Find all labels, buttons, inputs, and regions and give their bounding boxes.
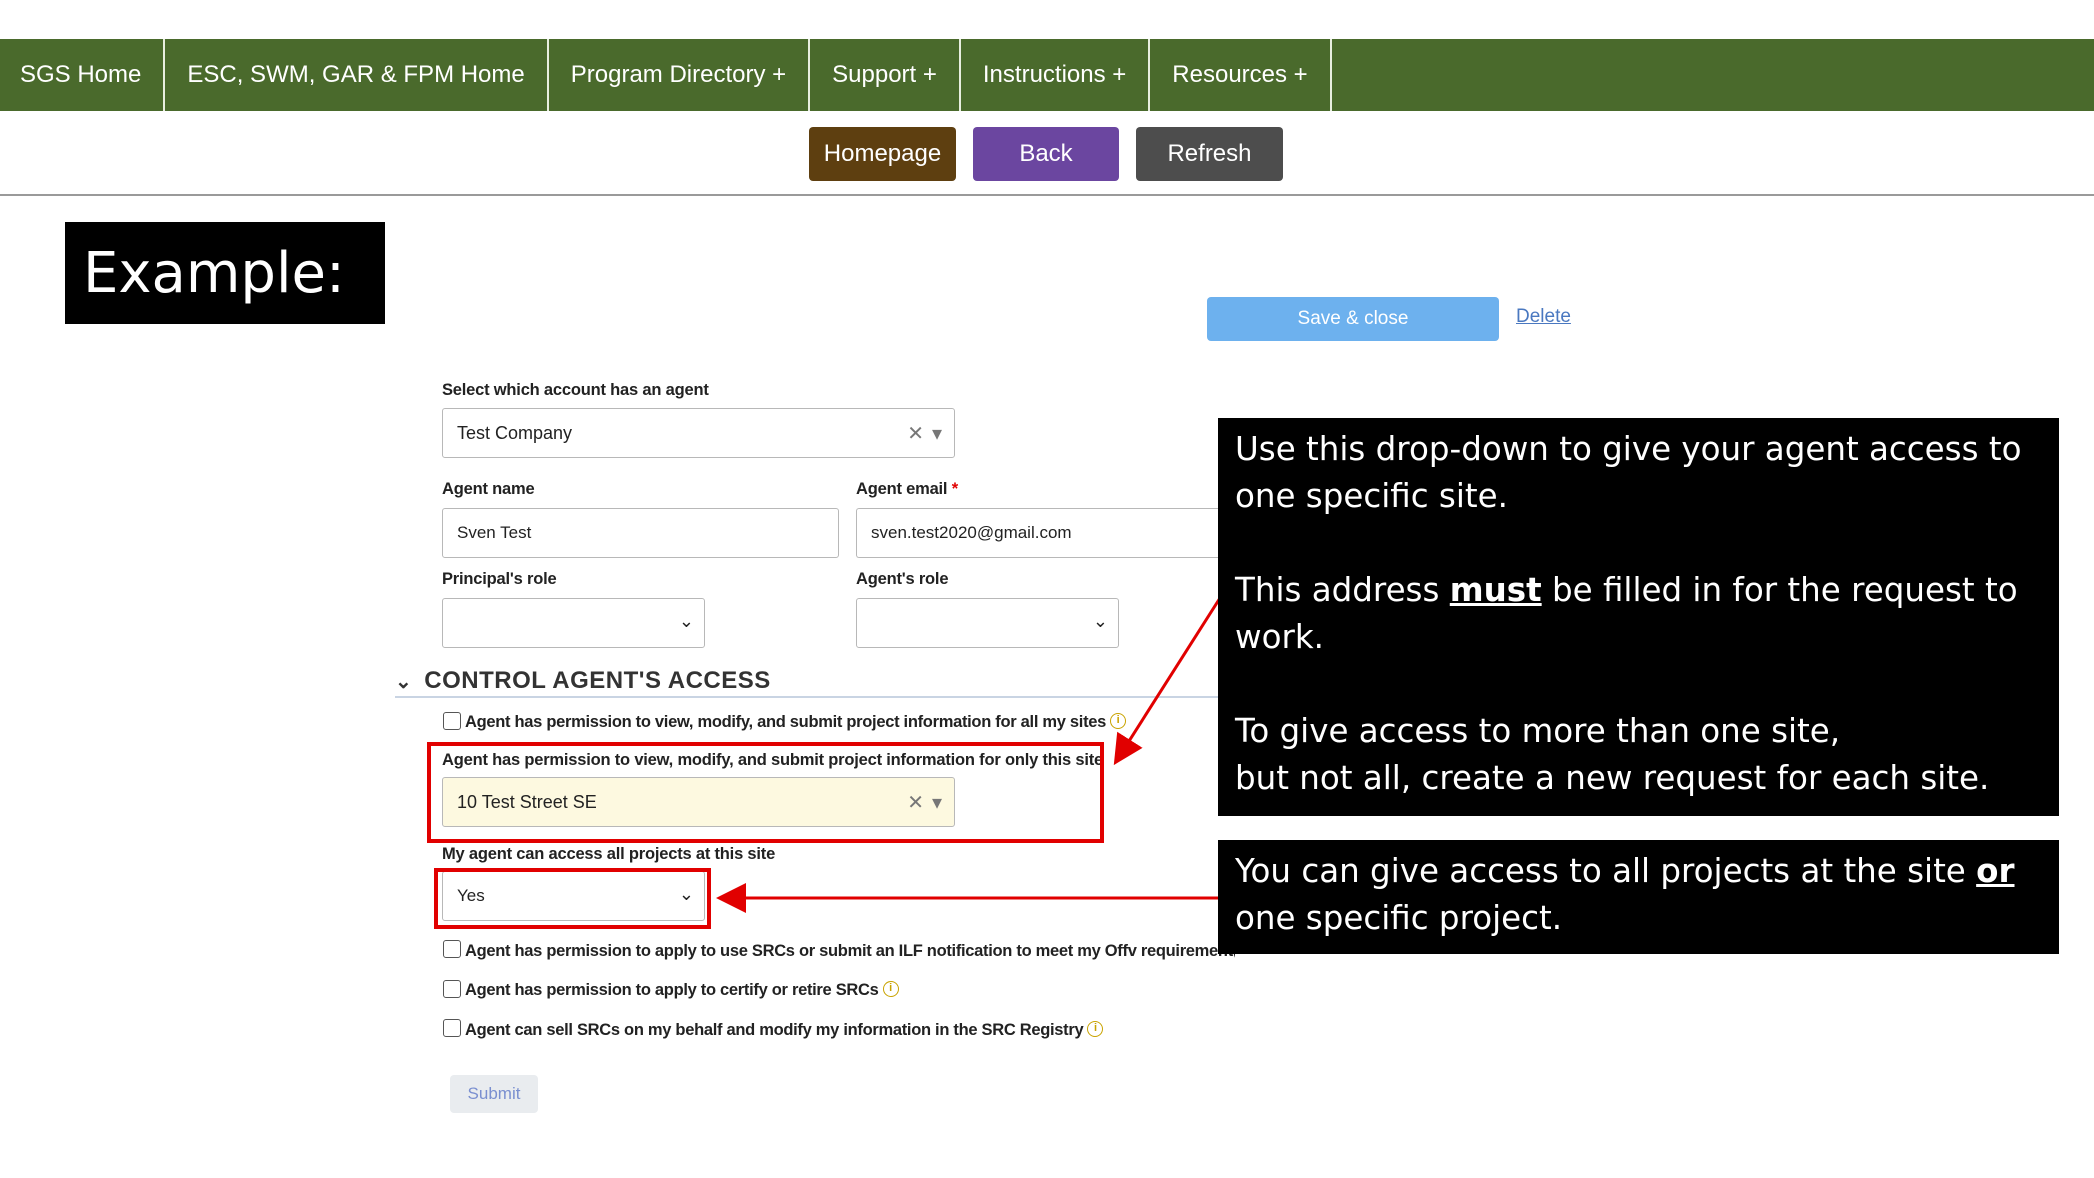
callout-text: work. <box>1235 618 1324 656</box>
agent-email-input[interactable]: sven.test2020@gmail.com <box>856 508 1221 558</box>
chevron-down-icon: ⌄ <box>678 611 694 631</box>
perm-sell-checkbox[interactable] <box>443 1019 461 1037</box>
agent-name-input[interactable]: Sven Test <box>442 508 839 558</box>
nav-instructions[interactable]: Instructions + <box>961 39 1151 111</box>
callout-site-access: Use this drop-down to give your agent ac… <box>1218 418 2059 816</box>
agent-name-label: Agent name <box>442 480 535 498</box>
principal-role-label: Principal's role <box>442 570 557 588</box>
top-navigation-bar: SGS Home ESC, SWM, GAR & FPM Home Progra… <box>0 39 2094 111</box>
emphasis-must: must <box>1449 571 1542 609</box>
callout-text: To give access to more than one site, <box>1235 712 1841 750</box>
clear-icon[interactable]: ✕ <box>907 423 924 445</box>
delete-link[interactable]: Delete <box>1516 306 1571 328</box>
nav-resources[interactable]: Resources + <box>1150 39 1332 111</box>
section-divider <box>395 696 1218 698</box>
back-button[interactable]: Back <box>973 127 1119 181</box>
control-access-section-header[interactable]: ⌄ CONTROL AGENT'S ACCESS <box>395 667 771 695</box>
all-projects-label: My agent can access all projects at this… <box>442 845 776 863</box>
homepage-button[interactable]: Homepage <box>809 127 956 181</box>
principal-role-select[interactable]: ⌄ <box>442 598 705 648</box>
perm-certify-checkbox[interactable] <box>443 980 461 998</box>
perm-certify-label: Agent has permission to apply to certify… <box>465 981 899 1000</box>
chevron-down-icon: ⌄ <box>1092 611 1108 631</box>
perm-sell-text: Agent can sell SRCs on my behalf and mod… <box>465 1021 1084 1039</box>
highlight-all-projects-select <box>434 868 711 929</box>
perm-all-sites-text: Agent has permission to view, modify, an… <box>465 713 1107 731</box>
example-label: Example: <box>65 222 385 324</box>
agent-role-label: Agent's role <box>856 570 949 588</box>
callout-text: You can give access to all projects at t… <box>1235 852 2015 890</box>
nav-esc-swm-gar-fpm-home[interactable]: ESC, SWM, GAR & FPM Home <box>165 39 549 111</box>
caret-down-icon[interactable]: ▾ <box>932 423 942 445</box>
emphasis-or: or <box>1976 852 2015 890</box>
agent-email-value: sven.test2020@gmail.com <box>871 523 1072 542</box>
highlight-site-select <box>427 742 1104 843</box>
callout-text: one specific site. <box>1235 477 1508 515</box>
submit-button[interactable]: Submit <box>450 1075 538 1113</box>
info-icon[interactable]: i <box>882 981 899 997</box>
perm-all-sites-checkbox[interactable] <box>443 712 461 730</box>
account-select-value: Test Company <box>457 422 573 443</box>
info-icon[interactable]: i <box>1087 1021 1104 1037</box>
perm-srcs-ilf-checkbox[interactable] <box>443 940 461 958</box>
agent-role-select[interactable]: ⌄ <box>856 598 1119 648</box>
section-title: CONTROL AGENT'S ACCESS <box>424 667 771 694</box>
chevron-down-icon: ⌄ <box>395 671 413 693</box>
select-controls: ✕ ▾ <box>907 421 942 446</box>
page-button-bar: Homepage Back Refresh <box>0 111 2094 196</box>
callout-text: This address must be filled in for the r… <box>1235 571 2018 609</box>
agent-email-label: Agent email * <box>856 480 958 499</box>
nav-program-directory[interactable]: Program Directory + <box>549 39 811 111</box>
nav-sgs-home[interactable]: SGS Home <box>0 39 166 111</box>
arrow-to-site-select <box>1113 597 1222 766</box>
account-select[interactable]: Test Company ✕ ▾ <box>442 408 955 458</box>
nav-support[interactable]: Support + <box>810 39 961 111</box>
required-asterisk: * <box>951 480 958 498</box>
refresh-button[interactable]: Refresh <box>1136 127 1283 181</box>
perm-all-sites-label: Agent has permission to view, modify, an… <box>465 713 1127 732</box>
callout-project-access: You can give access to all projects at t… <box>1218 840 2059 954</box>
callout-text: but not all, create a new request for ea… <box>1235 759 1990 797</box>
agent-email-label-text: Agent email <box>856 480 948 498</box>
save-close-button[interactable]: Save & close <box>1207 297 1499 341</box>
perm-certify-text: Agent has permission to apply to certify… <box>465 981 879 999</box>
perm-srcs-ilf-label: Agent has permission to apply to use SRC… <box>465 942 1235 960</box>
perm-sell-label: Agent can sell SRCs on my behalf and mod… <box>465 1021 1104 1040</box>
info-icon[interactable]: i <box>1110 713 1127 729</box>
callout-text: one specific project. <box>1235 899 1563 937</box>
agent-name-value: Sven Test <box>457 523 532 542</box>
callout-text: Use this drop-down to give your agent ac… <box>1235 430 2022 468</box>
account-select-label: Select which account has an agent <box>442 381 709 399</box>
